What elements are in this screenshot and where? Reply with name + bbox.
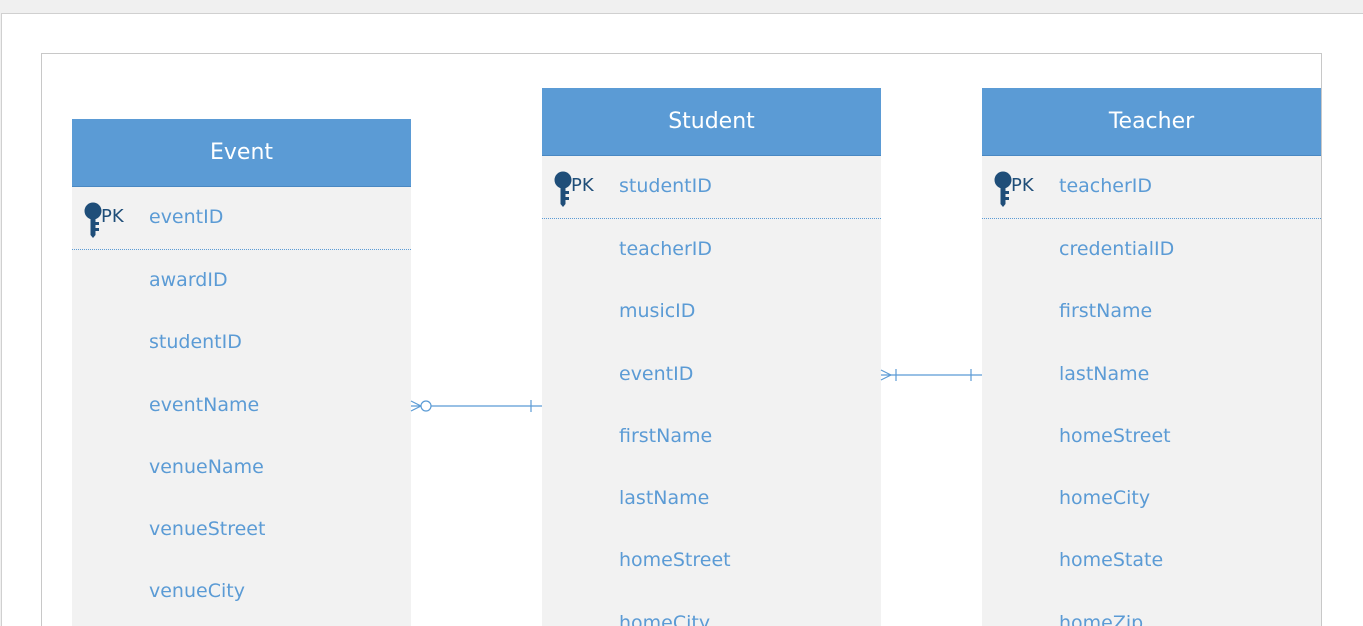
attribute-field[interactable]: homeZip [1059,612,1143,626]
attribute-row[interactable]: lastName [982,344,1321,406]
attribute-field[interactable]: teacherID [619,238,712,260]
window-top-strip [0,0,1363,14]
attribute-row[interactable]: lastName [542,468,881,530]
entity-event[interactable]: Event PK eventID awardID studentID event… [72,119,411,626]
entity-teacher[interactable]: Teacher PK teacherID credentialID firstN… [982,88,1321,626]
attribute-row[interactable]: homeCity [982,468,1321,530]
entity-title[interactable]: Student [542,88,881,156]
attribute-field[interactable]: credentialID [1059,238,1174,260]
attribute-row[interactable]: credentialID [982,219,1321,281]
primary-key-row[interactable]: PK teacherID [982,156,1321,219]
attribute-row[interactable]: firstName [542,406,881,468]
entity-title[interactable]: Event [72,119,411,187]
attribute-row[interactable]: homeZip [982,593,1321,626]
pk-label: PK [101,206,124,227]
attribute-row[interactable]: venueCity [72,561,411,623]
entity-title[interactable]: Teacher [982,88,1321,156]
attribute-row[interactable]: teacherID [542,219,881,281]
attribute-field[interactable]: homeStreet [619,549,731,571]
attribute-row[interactable]: eventID [542,344,881,406]
attribute-row[interactable]: homeState [982,530,1321,592]
attribute-field[interactable]: awardID [149,269,228,291]
attribute-field[interactable]: eventID [619,363,693,385]
attribute-field[interactable]: venueName [149,456,264,478]
attribute-field[interactable]: homeStreet [1059,425,1171,447]
attribute-field[interactable]: lastName [619,487,709,509]
entity-student[interactable]: Student PK studentID teacherID musicID e… [542,88,881,626]
attribute-field[interactable]: venueStreet [149,518,265,540]
attribute-row[interactable]: eventName [72,375,411,437]
attribute-row[interactable]: awardID [72,250,411,312]
attribute-row[interactable]: musicID [542,281,881,343]
attribute-field[interactable]: homeCity [1059,487,1150,509]
pk-field[interactable]: eventID [149,206,223,228]
attribute-field[interactable]: studentID [149,331,242,353]
pk-field[interactable]: studentID [619,175,712,197]
attribute-field[interactable]: firstName [619,425,712,447]
primary-key-row[interactable]: PK studentID [542,156,881,219]
attribute-field[interactable]: musicID [619,300,695,322]
pk-label: PK [1011,175,1034,196]
attribute-row[interactable]: studentID [72,312,411,374]
attribute-row[interactable]: firstName [982,281,1321,343]
attribute-field[interactable]: homeCity [619,612,710,626]
attribute-field[interactable]: eventName [149,394,259,416]
attribute-row[interactable]: venueStreet [72,499,411,561]
pk-field[interactable]: teacherID [1059,175,1152,197]
pk-label: PK [571,175,594,196]
attribute-field[interactable]: venueCity [149,580,245,602]
primary-key-row[interactable]: PK eventID [72,187,411,250]
attribute-field[interactable]: firstName [1059,300,1152,322]
attribute-row[interactable]: homeCity [542,593,881,626]
attribute-row[interactable]: homeStreet [982,406,1321,468]
attribute-row[interactable]: homeStreet [542,530,881,592]
attribute-field[interactable]: lastName [1059,363,1149,385]
attribute-field[interactable]: homeState [1059,549,1163,571]
attribute-row[interactable]: venueName [72,437,411,499]
